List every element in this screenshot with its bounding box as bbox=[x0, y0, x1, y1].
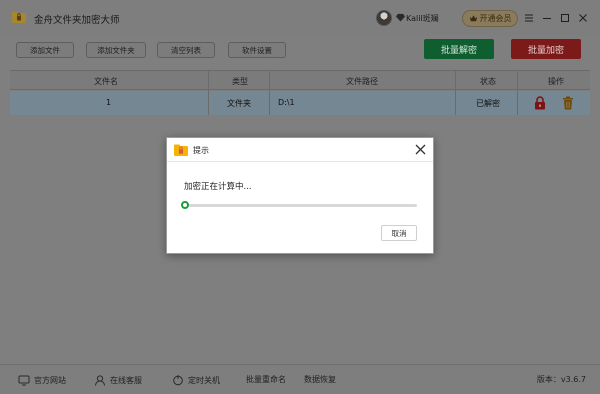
dialog-close-icon[interactable] bbox=[414, 143, 427, 156]
footer-bar: 官方网站 在线客服 定时关机 批量重命名 数据恢复 版本：v3.6.7 bbox=[0, 364, 600, 394]
official-site-label: 官方网站 bbox=[34, 375, 66, 385]
progress-dialog: 提示 加密正在计算中... 取消 bbox=[166, 137, 434, 254]
avatar[interactable] bbox=[376, 10, 392, 26]
table-header: 文件名 类型 文件路径 状态 操作 bbox=[10, 70, 590, 90]
lock-icon[interactable] bbox=[534, 96, 546, 110]
menu-icon[interactable] bbox=[523, 12, 535, 24]
dialog-message: 加密正在计算中... bbox=[184, 182, 252, 192]
batch-encrypt-button[interactable]: 批量加密 bbox=[511, 39, 581, 59]
close-icon[interactable] bbox=[577, 12, 589, 24]
row-path: D:\1 bbox=[278, 98, 295, 107]
monitor-icon bbox=[18, 375, 30, 386]
app-title: 金舟文件夹加密大师 bbox=[34, 15, 120, 26]
online-support-link[interactable]: 在线客服 bbox=[94, 374, 142, 386]
diamond-icon bbox=[396, 13, 405, 22]
title-bar: 金舟文件夹加密大师 Kalil斑斓 开通会员 bbox=[0, 0, 600, 36]
scheduled-shutdown-label: 定时关机 bbox=[188, 375, 220, 385]
user-name[interactable]: Kalil斑斓 bbox=[406, 13, 439, 24]
column-divider bbox=[517, 70, 518, 115]
dialog-header: 提示 bbox=[167, 138, 433, 162]
shutdown-timer-icon bbox=[173, 375, 183, 386]
column-divider bbox=[269, 70, 270, 115]
row-type: 文件夹 bbox=[227, 99, 251, 108]
column-header-status: 状态 bbox=[480, 77, 496, 86]
column-divider bbox=[455, 70, 456, 115]
clear-list-button[interactable]: 清空列表 bbox=[157, 42, 215, 58]
row-status: 已解密 bbox=[476, 99, 500, 108]
maximize-icon[interactable] bbox=[559, 12, 571, 24]
minimize-icon[interactable] bbox=[541, 12, 553, 24]
trash-icon[interactable] bbox=[562, 96, 574, 110]
folder-lock-icon bbox=[174, 144, 188, 156]
official-site-link[interactable]: 官方网站 bbox=[18, 374, 66, 386]
scheduled-shutdown-link[interactable]: 定时关机 bbox=[172, 374, 220, 386]
add-file-button[interactable]: 添加文件 bbox=[16, 42, 74, 58]
column-header-path: 文件路径 bbox=[346, 77, 378, 86]
support-agent-icon bbox=[95, 375, 105, 386]
progress-bar bbox=[185, 204, 417, 207]
dialog-title: 提示 bbox=[193, 146, 209, 155]
crown-icon bbox=[469, 15, 477, 22]
settings-button[interactable]: 软件设置 bbox=[228, 42, 286, 58]
column-header-filename: 文件名 bbox=[94, 77, 118, 86]
table-row[interactable]: 1 文件夹 D:\1 已解密 bbox=[10, 91, 590, 115]
online-support-label: 在线客服 bbox=[110, 375, 142, 385]
row-filename: 1 bbox=[106, 98, 112, 107]
batch-rename-label: 批量重命名 bbox=[246, 375, 286, 384]
data-recovery-label: 数据恢复 bbox=[304, 375, 336, 384]
column-header-actions: 操作 bbox=[548, 77, 564, 86]
version-label: 版本：v3.6.7 bbox=[536, 375, 586, 384]
data-recovery-link[interactable]: 数据恢复 bbox=[304, 374, 336, 385]
add-folder-button[interactable]: 添加文件夹 bbox=[86, 42, 146, 58]
column-header-type: 类型 bbox=[232, 77, 248, 86]
batch-decrypt-button[interactable]: 批量解密 bbox=[424, 39, 494, 59]
open-membership-label: 开通会员 bbox=[479, 14, 512, 23]
column-divider bbox=[208, 70, 209, 115]
progress-indicator bbox=[181, 201, 189, 209]
batch-rename-link[interactable]: 批量重命名 bbox=[246, 374, 286, 385]
app-logo-icon bbox=[12, 11, 26, 23]
open-membership-button[interactable]: 开通会员 bbox=[462, 10, 518, 27]
cancel-button[interactable]: 取消 bbox=[381, 225, 417, 241]
